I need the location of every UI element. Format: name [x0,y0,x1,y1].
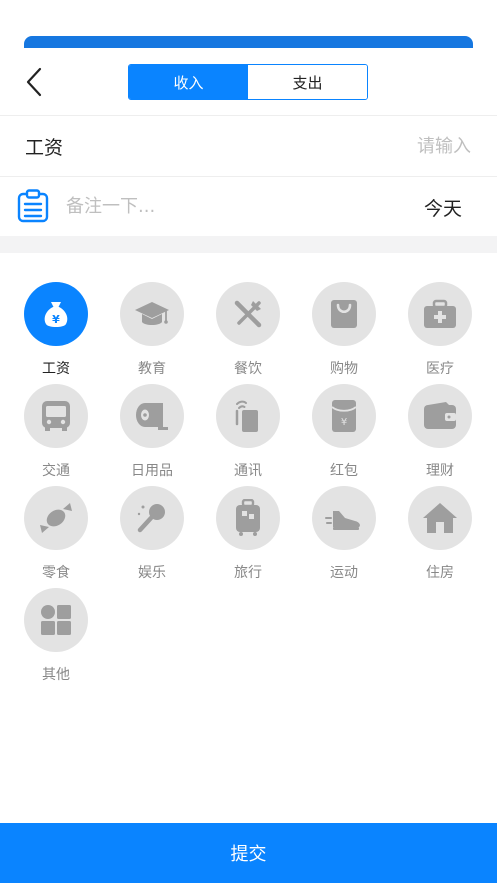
section-separator [0,236,497,253]
category-label: 通讯 [234,463,262,479]
category-label: 红包 [330,463,358,479]
money-bag-icon: ¥ [44,302,68,327]
suitcase-icon [236,499,260,536]
shopping-bag-icon [331,300,357,328]
category-education[interactable]: 教育 [104,282,200,378]
phone-signal-icon [235,400,258,432]
category-label: 旅行 [234,565,262,581]
candy-icon [40,503,72,533]
medical-kit-icon [424,299,456,328]
category-label: 零食 [42,565,70,581]
category-medical[interactable]: 医疗 [392,282,488,378]
category-telecom[interactable]: 通讯 [200,384,296,480]
amount-category-label: 工资 [25,137,64,159]
category-salary[interactable]: ¥ 工资 [8,282,104,378]
red-envelope-icon: ¥ [331,400,357,432]
svg-text:¥: ¥ [341,417,347,428]
sneaker-icon [325,511,360,530]
back-button[interactable] [18,64,50,100]
toilet-paper-icon [136,403,168,430]
category-finance[interactable]: 理财 [392,384,488,480]
category-label: 运动 [330,565,358,581]
svg-text:¥: ¥ [52,313,60,326]
date-button[interactable]: 今天 [424,194,462,221]
category-housing[interactable]: 住房 [392,486,488,582]
category-snacks[interactable]: 零食 [8,486,104,582]
category-label: 购物 [330,361,358,377]
category-daily-goods[interactable]: 日用品 [104,384,200,480]
graduation-cap-icon [135,302,169,325]
microphone-icon [137,504,165,533]
note-row: 今天 [0,177,497,235]
category-red-envelope[interactable]: ¥ 红包 [296,384,392,480]
submit-button[interactable]: 提交 [0,823,497,883]
amount-row: 工资 [0,116,497,176]
tab-expense[interactable]: 支出 [248,65,367,99]
category-travel[interactable]: 旅行 [200,486,296,582]
category-sports[interactable]: 运动 [296,486,392,582]
add-record-page: 收入 支出 工资 今天 ¥ [0,0,497,883]
category-transport[interactable]: 交通 [8,384,104,480]
category-label: 住房 [426,565,454,581]
house-icon [423,503,457,533]
type-segmented-control: 收入 支出 [128,64,368,100]
tab-income[interactable]: 收入 [129,65,248,99]
category-label: 医疗 [426,361,454,377]
category-shopping[interactable]: 购物 [296,282,392,378]
category-dining[interactable]: 餐饮 [200,282,296,378]
category-label: 其他 [42,667,70,683]
header: 收入 支出 [0,58,497,106]
category-label: 娱乐 [138,565,166,581]
category-label: 餐饮 [234,361,262,377]
note-input[interactable] [66,190,366,222]
wallet-icon [424,402,456,429]
top-accent-strip [24,36,473,48]
amount-input[interactable] [271,130,471,162]
chevron-left-icon [26,67,42,97]
category-label: 交通 [42,463,70,479]
bus-icon [42,401,70,431]
fork-knife-icon [234,300,262,328]
category-label: 教育 [138,361,166,377]
category-label: 工资 [42,361,70,377]
clipboard-icon [17,189,49,223]
category-entertainment[interactable]: 娱乐 [104,486,200,582]
category-other[interactable]: 其他 [8,588,104,684]
grid-apps-icon [41,605,71,635]
category-label: 理财 [426,463,454,479]
category-label: 日用品 [131,463,173,479]
